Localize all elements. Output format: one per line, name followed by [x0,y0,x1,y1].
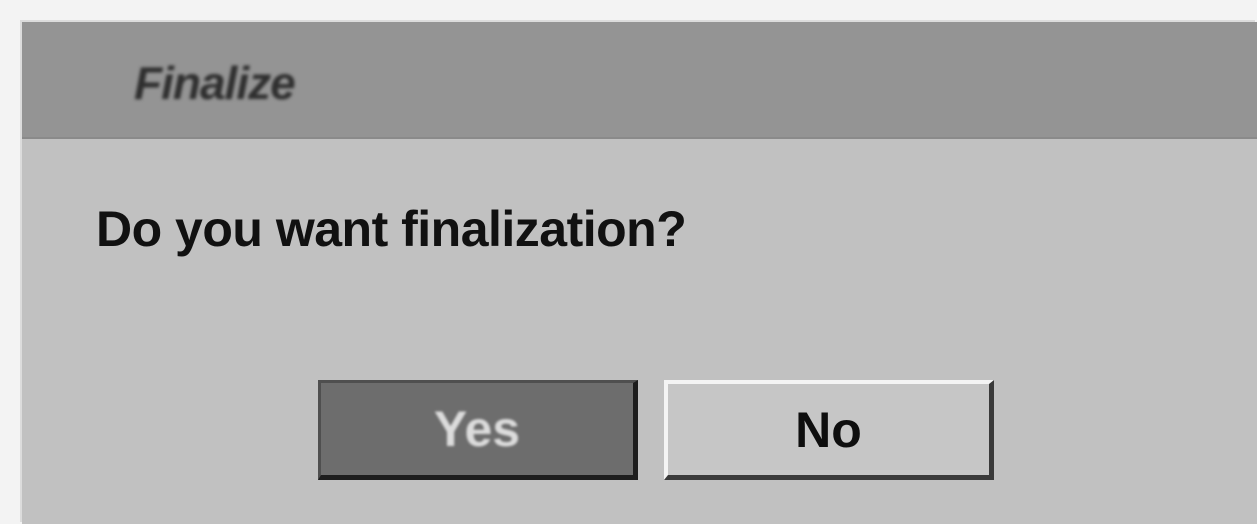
no-button[interactable]: No [664,380,994,480]
dialog-message: Do you want finalization? [96,201,687,257]
no-button-label: No [795,401,862,458]
yes-button[interactable]: Yes [318,380,638,480]
dialog-title-bar: Finalize [22,22,1257,139]
finalize-dialog: Finalize Do you want finalization? Yes N… [22,22,1257,524]
dialog-title: Finalize [134,57,296,109]
yes-button-label: Yes [433,401,521,457]
